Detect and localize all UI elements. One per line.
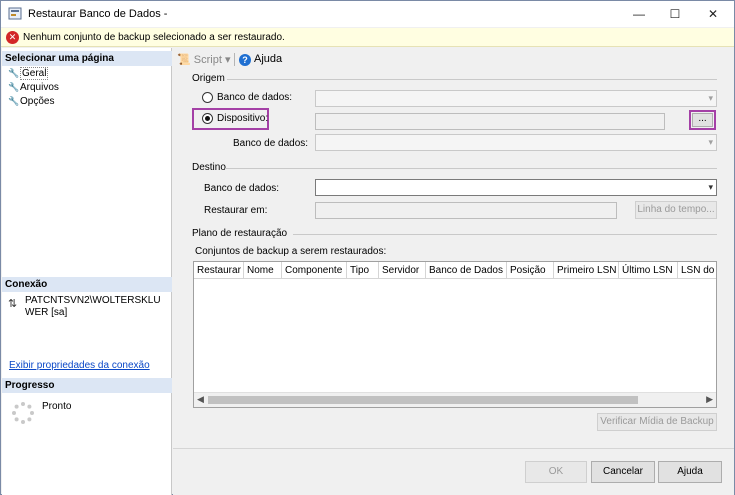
restore-to-label: Restaurar em: [204,205,268,216]
destination-divider [225,168,717,169]
browse-device-button[interactable]: ... [692,113,713,127]
destination-database-label: Banco de dados: [204,183,280,194]
origin-database-combo[interactable]: ▾ [315,134,717,151]
dialog-button-bar: OK Cancelar Ajuda [173,448,734,495]
radio-source-device[interactable] [202,113,213,124]
column-header-server[interactable]: Servidor [379,262,426,279]
chevron-left-icon[interactable]: ◀ [197,394,204,405]
view-connection-properties-link[interactable]: Exibir propriedades da conexão [9,360,150,371]
page-item-files[interactable]: 🔧Arquivos [8,81,59,94]
restore-to-input[interactable] [315,202,617,219]
close-button[interactable]: ✕ [695,1,731,27]
script-label: Script [193,54,222,66]
radio-source-database[interactable] [202,92,213,103]
destination-group-title: Destino [192,162,226,173]
column-header-type[interactable]: Tipo [347,262,379,279]
error-banner: ✕ Nenhum conjunto de backup selecionado … [1,28,734,47]
select-page-header: Selecionar uma página [2,51,172,66]
column-header-lsn-partial[interactable]: LSN do l [678,262,716,279]
progress-header: Progresso [2,378,172,393]
origin-divider [227,79,717,80]
wrench-icon: 🔧 [8,68,20,78]
column-header-component[interactable]: Componente [282,262,347,279]
help-toolbar-button[interactable]: ? Ajuda [239,53,282,66]
grid-header: Restaurar Nome Componente Tipo Servidor … [194,262,716,279]
connection-header: Conexão [2,277,172,292]
column-header-first-lsn[interactable]: Primeiro LSN [554,262,619,279]
title-bar: Restaurar Banco de Dados - — ☐ ✕ [1,1,734,27]
restore-database-window: Restaurar Banco de Dados - — ☐ ✕ ✕ Nenhu… [0,0,735,495]
source-database-combo[interactable]: ▾ [315,90,717,107]
radio-source-device-label: Dispositivo: [217,113,269,124]
restore-plan-group-title: Plano de restauração [192,228,288,239]
radio-source-database-label: Banco de dados: [217,92,293,103]
wrench-icon: 🔧 [8,82,20,92]
progress-spinner-icon [12,402,34,424]
chevron-right-icon[interactable]: ▶ [706,394,713,405]
grid-horizontal-scrollbar[interactable]: ◀ ▶ [194,392,716,407]
main-pane: 📜 Script ▾ ? Ajuda Origem Banco de dados:… [173,48,734,448]
chevron-down-icon: ▾ [708,182,713,192]
help-icon: ? [239,54,251,66]
verify-backup-media-button[interactable]: Verificar Mídia de Backup [597,413,717,431]
wrench-icon: 🔧 [8,96,20,106]
left-pane: Selecionar uma página 🔧 Geral 🔧Arquivos 🔧… [2,48,172,495]
error-icon: ✕ [6,31,19,44]
chevron-down-icon: ▾ [708,137,713,147]
page-item-label: Arquivos [20,82,59,93]
chevron-down-icon: ▾ [708,93,713,103]
help-button[interactable]: Ajuda [658,461,722,483]
page-item-general[interactable]: 🔧 Geral [8,67,49,80]
origin-group-title: Origem [192,73,225,84]
page-item-options[interactable]: 🔧Opções [8,95,54,108]
database-app-icon [8,7,22,20]
ok-button[interactable]: OK [525,461,587,483]
restore-plan-divider [293,234,717,235]
backup-sets-grid[interactable]: Restaurar Nome Componente Tipo Servidor … [193,261,717,408]
toolbar: 📜 Script ▾ ? Ajuda [173,48,734,70]
maximize-button[interactable]: ☐ [657,1,693,27]
backup-sets-label: Conjuntos de backup a serem restaurados: [195,246,387,257]
page-item-label: Opções [20,96,55,107]
window-title: Restaurar Banco de Dados - [28,8,168,20]
column-header-position[interactable]: Posição [507,262,554,279]
origin-database-label: Banco de dados: [233,138,309,149]
scrollbar-thumb[interactable] [208,396,638,404]
help-label: Ajuda [254,53,283,65]
cancel-button[interactable]: Cancelar [591,461,655,483]
minimize-button[interactable]: — [621,1,657,27]
progress-status: Pronto [42,401,72,412]
device-path-input[interactable] [315,113,665,130]
connection-value: PATCNTSVN2\WOLTERSKLUWER [sa] [25,295,161,318]
script-icon: 📜 [177,54,191,66]
column-header-last-lsn[interactable]: Último LSN [619,262,678,279]
connection-icon: ⇅ [8,298,18,310]
script-button[interactable]: 📜 Script ▾ [177,53,230,66]
column-header-restore[interactable]: Restaurar [194,262,244,279]
column-header-name[interactable]: Nome [244,262,282,279]
column-header-database[interactable]: Banco de Dados [426,262,507,279]
timeline-button[interactable]: Linha do tempo... [635,201,717,219]
error-message: Nenhum conjunto de backup selecionado a … [23,32,285,43]
toolbar-separator [234,53,235,66]
page-item-label: Geral [20,67,49,80]
destination-database-combo[interactable]: ▾ [315,179,717,196]
